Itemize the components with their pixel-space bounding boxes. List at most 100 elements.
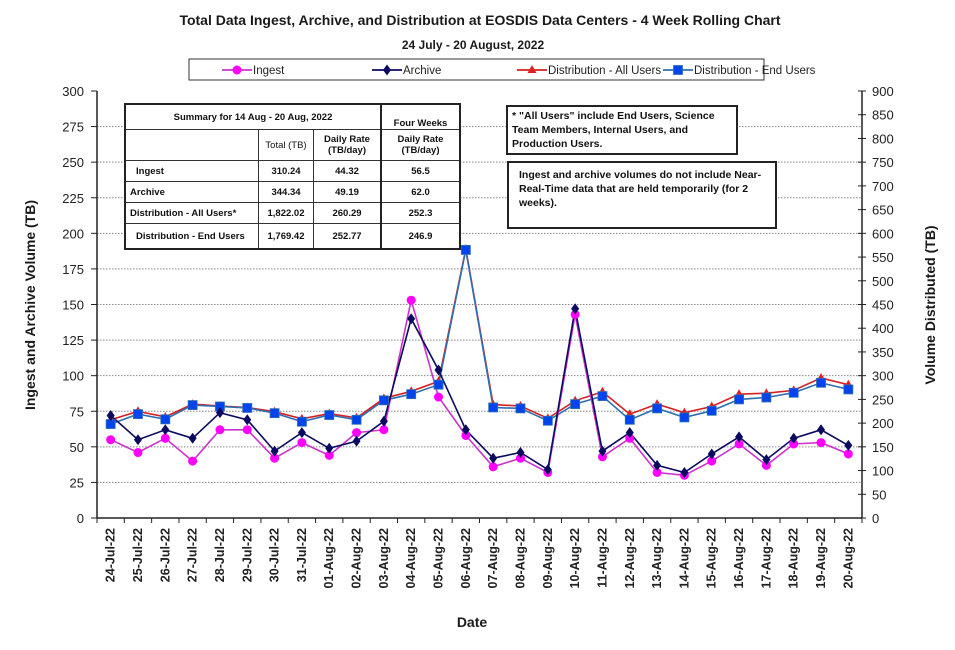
table-row: Distribution - All Users* 1,822.02 260.2… xyxy=(124,202,461,224)
data-point-distribution-end-users xyxy=(679,412,690,423)
data-point-archive xyxy=(133,434,142,446)
data-point-ingest xyxy=(434,392,444,402)
y-tick-label: 125 xyxy=(62,333,84,348)
y2-tick-label: 0 xyxy=(872,511,879,526)
legend-label-archive: Archive xyxy=(403,65,441,77)
data-point-archive xyxy=(352,435,361,447)
row-four-weeks: 62.0 xyxy=(380,181,461,203)
data-point-archive xyxy=(817,424,826,436)
y-tick-label: 175 xyxy=(62,262,84,277)
row-label: Archive xyxy=(124,181,259,203)
y2-tick-label: 800 xyxy=(872,131,894,146)
data-point-distribution-end-users xyxy=(816,377,826,388)
y-tick-label: 225 xyxy=(62,191,84,206)
empty-header-cell xyxy=(124,129,259,161)
four-weeks-daily-header: Daily Rate (TB/day) xyxy=(380,129,461,161)
summary-title: Summary for 14 Aug - 20 Aug, 2022 xyxy=(124,103,382,130)
y2-tick-label: 650 xyxy=(872,203,894,218)
data-point-distribution-end-users xyxy=(242,403,253,413)
data-point-distribution-end-users xyxy=(788,387,799,398)
row-daily: 252.77 xyxy=(313,223,382,250)
row-four-weeks: 246.9 xyxy=(380,223,461,250)
x-tick-label: 17-Aug-22 xyxy=(759,528,773,588)
data-point-distribution-end-users xyxy=(133,409,143,419)
data-point-distribution-end-users xyxy=(187,400,198,410)
row-daily: 44.32 xyxy=(313,160,382,182)
x-tick-label: 03-Aug-22 xyxy=(377,528,391,588)
table-row: Archive 344.34 49.19 62.0 xyxy=(124,181,461,203)
x-tick-label: 06-Aug-22 xyxy=(459,528,473,588)
chart: Total Data Ingest, Archive, and Distribu… xyxy=(22,12,938,630)
y-tick-label: 200 xyxy=(62,226,84,241)
row-total: 310.24 xyxy=(258,160,314,182)
legend-marker-distribution-end-users xyxy=(673,65,683,75)
y2-tick-label: 550 xyxy=(872,250,894,265)
y2-tick-label: 150 xyxy=(872,440,894,455)
data-point-distribution-end-users xyxy=(433,379,444,390)
x-tick-label: 27-Jul-22 xyxy=(186,528,200,582)
x-tick-label: 16-Aug-22 xyxy=(732,528,746,588)
x-tick-label: 09-Aug-22 xyxy=(541,528,555,588)
row-four-weeks: 252.3 xyxy=(380,202,461,224)
table-row: Distribution - End Users 1,769.42 252.77… xyxy=(124,223,461,250)
x-tick-label: 04-Aug-22 xyxy=(404,528,418,588)
total-header: Total (TB) xyxy=(258,129,314,161)
y2-tick-label: 700 xyxy=(872,179,894,194)
x-tick-label: 25-Jul-22 xyxy=(131,528,145,582)
data-point-distribution-end-users xyxy=(488,402,499,413)
x-tick-label: 31-Jul-22 xyxy=(295,528,309,582)
data-point-archive xyxy=(161,424,170,436)
data-point-distribution-end-users xyxy=(269,408,280,419)
data-point-distribution-end-users xyxy=(761,392,772,403)
data-point-distribution-end-users xyxy=(378,395,389,406)
data-point-ingest xyxy=(297,438,307,448)
y2-tick-label: 900 xyxy=(872,84,894,99)
x-tick-label: 30-Jul-22 xyxy=(268,528,282,582)
x-tick-label: 20-Aug-22 xyxy=(841,528,855,588)
row-label: Distribution - All Users* xyxy=(124,202,259,224)
y2-tick-label: 350 xyxy=(872,345,894,360)
row-label: Ingest xyxy=(124,160,259,182)
data-point-archive xyxy=(844,439,853,451)
data-point-distribution-end-users xyxy=(624,414,635,425)
data-point-ingest xyxy=(106,435,116,445)
row-four-weeks: 56.5 xyxy=(380,160,461,182)
y-tick-label: 250 xyxy=(62,155,84,170)
data-point-ingest xyxy=(816,438,826,448)
daily-rate-header: Daily Rate (TB/day) xyxy=(313,129,382,161)
row-daily: 49.19 xyxy=(313,181,382,203)
y2-axis-label: Volume Distributed (TB) xyxy=(922,225,938,384)
y2-tick-label: 750 xyxy=(872,155,894,170)
x-tick-label: 26-Jul-22 xyxy=(158,528,172,582)
x-tick-label: 11-Aug-22 xyxy=(595,528,609,588)
x-tick-label: 05-Aug-22 xyxy=(432,528,446,588)
x-axis-label: Date xyxy=(457,614,488,630)
x-tick-label: 19-Aug-22 xyxy=(814,528,828,588)
y-tick-label: 275 xyxy=(62,120,84,135)
y2-tick-label: 500 xyxy=(872,274,894,289)
x-tick-label: 02-Aug-22 xyxy=(350,528,364,588)
data-point-distribution-end-users xyxy=(706,405,717,416)
x-tick-label: 12-Aug-22 xyxy=(623,528,637,588)
y-tick-label: 100 xyxy=(62,369,84,384)
x-tick-label: 01-Aug-22 xyxy=(322,528,336,588)
data-point-distribution-end-users xyxy=(734,394,744,405)
y-tick-label: 75 xyxy=(70,404,84,419)
four-weeks-header: Four Weeks xyxy=(380,103,461,130)
all-users-note: * "All Users" include End Users, Science… xyxy=(506,105,738,155)
y2-tick-label: 400 xyxy=(872,321,894,336)
y2-tick-label: 100 xyxy=(872,464,894,479)
x-tick-label: 18-Aug-22 xyxy=(787,528,801,588)
y2-tick-label: 300 xyxy=(872,369,894,384)
series-markers-distribution-end-users xyxy=(105,245,854,429)
summary-table: Summary for 14 Aug - 20 Aug, 2022 Four W… xyxy=(124,103,461,250)
row-total: 1,769.42 xyxy=(258,223,314,250)
legend-label-distribution-end-users: Distribution - End Users xyxy=(694,65,816,77)
chart-title: Total Data Ingest, Archive, and Distribu… xyxy=(179,12,780,28)
data-point-distribution-end-users xyxy=(542,415,553,426)
legend-label-ingest: Ingest xyxy=(253,65,285,77)
data-point-ingest xyxy=(215,425,225,435)
y-tick-label: 50 xyxy=(70,440,84,455)
x-tick-label: 13-Aug-22 xyxy=(650,528,664,588)
data-point-archive xyxy=(297,427,306,439)
